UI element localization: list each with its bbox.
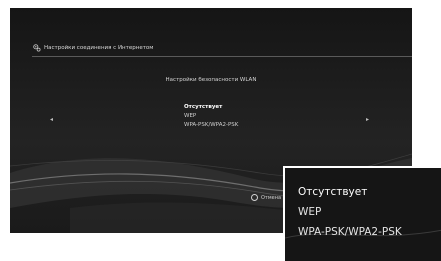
menu-item-none[interactable]: Отсутствует — [184, 103, 238, 112]
zoomed-item-none: Отсутствует — [298, 186, 368, 198]
header-divider — [32, 56, 412, 57]
header-title: Настройки соединения с Интернетом — [44, 45, 154, 51]
menu-item-wpa[interactable]: WPA-PSK/WPA2-PSK — [184, 121, 238, 130]
cancel-label: Отмена — [261, 194, 282, 201]
arrow-left-icon[interactable]: ◂ — [50, 116, 53, 123]
settings-gear-icon — [33, 44, 41, 52]
menu-item-wep[interactable]: WEP — [184, 112, 238, 121]
security-options-menu: Отсутствует WEP WPA-PSK/WPA2-PSK — [184, 103, 238, 130]
zoomed-options-list: Отсутствует WEP WPA-PSK/WPA2-PSK — [298, 182, 402, 242]
zoomed-menu-inset: Отсутствует WEP WPA-PSK/WPA2-PSK — [283, 166, 441, 261]
arrow-right-icon[interactable]: ▸ — [366, 116, 369, 123]
circle-button-icon — [251, 194, 258, 201]
zoomed-item-wpa: WPA-PSK/WPA2-PSK — [298, 226, 402, 238]
cancel-button[interactable]: Отмена — [251, 194, 281, 201]
dialog-title: Настройки безопасности WLAN — [165, 77, 257, 83]
page-header: Настройки соединения с Интернетом — [33, 42, 153, 54]
zoomed-item-wep: WEP — [298, 206, 322, 218]
